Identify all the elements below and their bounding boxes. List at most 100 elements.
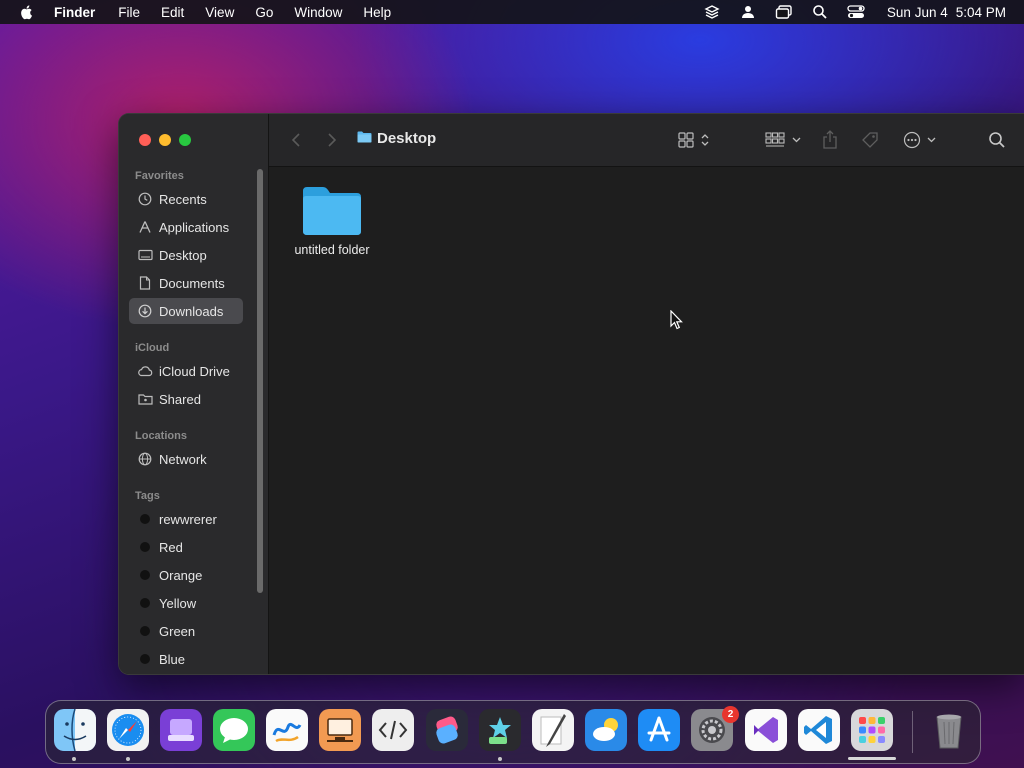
screen-mirroring-icon[interactable] <box>775 3 793 21</box>
toolbar: Desktop <box>269 114 1024 167</box>
sidebar-item-label: Downloads <box>159 303 224 319</box>
clock-time: 5:04 PM <box>955 4 1006 20</box>
dock-app-launchpad[interactable] <box>851 709 893 751</box>
menu-view[interactable]: View <box>205 5 234 20</box>
folder-item[interactable]: untitled folder <box>293 185 371 257</box>
dock-app-app-store[interactable] <box>638 709 680 751</box>
control-center-icon[interactable] <box>847 3 865 21</box>
dock-app-script-editor-2[interactable] <box>532 709 574 751</box>
section-label-tags: Tags <box>135 490 160 502</box>
sidebar-item-icloud-drive[interactable]: iCloud Drive <box>129 358 243 384</box>
back-chevron-icon[interactable] <box>291 130 301 150</box>
shared-folder-icon <box>137 391 153 407</box>
desktop-icon <box>137 247 153 263</box>
sidebar-item-desktop[interactable]: Desktop <box>129 242 243 268</box>
globe-icon <box>137 451 153 467</box>
dock-app-visual-studio[interactable] <box>745 709 787 751</box>
dock-app-finder[interactable] <box>54 709 96 751</box>
notification-badge: 2 <box>722 706 739 723</box>
sidebar-item-label: Red <box>159 539 183 555</box>
sidebar-item-label: Shared <box>159 391 201 407</box>
sidebar-scrollbar[interactable] <box>257 169 263 593</box>
sidebar-item-label: Applications <box>159 219 230 235</box>
forward-chevron-icon[interactable] <box>327 130 337 150</box>
tag-dot-icon <box>140 654 150 664</box>
dock-app-vscode[interactable] <box>798 709 840 751</box>
window-title: Desktop <box>357 130 436 147</box>
tag-icon[interactable] <box>860 130 880 150</box>
dock-app-shortcuts[interactable] <box>426 709 468 751</box>
sidebar-item-label: Blue <box>159 651 186 667</box>
home-indicator <box>848 757 896 760</box>
minimize-button[interactable] <box>159 134 171 146</box>
dock-app-weather[interactable] <box>585 709 627 751</box>
more-actions-icon[interactable] <box>903 130 939 150</box>
sidebar-item-label: Documents <box>159 275 225 291</box>
tag-dot-icon <box>140 598 150 608</box>
sidebar-tag-green[interactable]: Green <box>129 618 243 644</box>
menu-finder[interactable]: Finder <box>54 5 95 20</box>
sidebar-item-network[interactable]: Network <box>129 446 243 472</box>
running-indicator <box>126 757 130 761</box>
tag-dot-icon <box>140 626 150 636</box>
dock-app-messages[interactable] <box>213 709 255 751</box>
sidebar-item-label: iCloud Drive <box>159 363 230 379</box>
spotlight-search-icon[interactable] <box>811 3 829 21</box>
sidebar-item-applications[interactable]: Applications <box>129 214 243 240</box>
mouse-pointer-icon <box>670 309 684 335</box>
dock-app-script-editor[interactable] <box>372 709 414 751</box>
window-title-text: Desktop <box>377 130 437 147</box>
sidebar-tag-red[interactable]: Red <box>129 534 243 560</box>
sidebar-item-documents[interactable]: Documents <box>129 270 243 296</box>
cloud-icon <box>137 363 153 379</box>
dock-app-freeform[interactable] <box>266 709 308 751</box>
share-icon[interactable] <box>822 130 838 150</box>
file-browser-content[interactable]: untitled folder <box>269 167 1024 674</box>
dock: 2 <box>45 700 981 764</box>
sidebar-tag-yellow[interactable]: Yellow <box>129 590 243 616</box>
download-icon <box>137 303 153 319</box>
applications-icon <box>137 219 153 235</box>
menu-edit[interactable]: Edit <box>161 5 184 20</box>
apple-logo-icon[interactable] <box>18 3 36 21</box>
folder-icon <box>357 130 372 147</box>
menu-bar: Finder File Edit View Go Window Help Sun… <box>0 0 1024 24</box>
section-label-favorites: Favorites <box>135 170 184 182</box>
sidebar-item-recents[interactable]: Recents <box>129 186 243 212</box>
folder-icon <box>293 185 371 237</box>
sidebar-item-label: rewwrerer <box>159 511 217 527</box>
sidebar-item-shared[interactable]: Shared <box>129 386 243 412</box>
icon-view-toggle[interactable] <box>678 130 712 150</box>
menu-go[interactable]: Go <box>255 5 273 20</box>
document-icon <box>137 275 153 291</box>
dock-separator <box>912 711 913 753</box>
sidebar-item-label: Orange <box>159 567 203 583</box>
dock-app-configurator[interactable] <box>479 709 521 751</box>
tag-dot-icon <box>140 542 150 552</box>
dock-app-safari[interactable] <box>107 709 149 751</box>
section-label-icloud: iCloud <box>135 342 170 354</box>
menu-file[interactable]: File <box>118 5 140 20</box>
dock-app-keynote[interactable] <box>319 709 361 751</box>
sidebar-item-label: Network <box>159 451 207 467</box>
menu-clock[interactable]: Sun Jun 4 5:04 PM <box>887 5 1006 20</box>
sidebar-item-label: Desktop <box>159 247 207 263</box>
sidebar-tag-rewwrerer[interactable]: rewwrerer <box>129 506 243 532</box>
sidebar-item-label: Green <box>159 623 196 639</box>
menu-window[interactable]: Window <box>294 5 342 20</box>
close-button[interactable] <box>139 134 151 146</box>
tag-dot-icon <box>140 514 150 524</box>
sidebar-tag-blue[interactable]: Blue <box>129 646 243 672</box>
sidebar-item-downloads[interactable]: Downloads <box>129 298 243 324</box>
dock-app-archive[interactable] <box>160 709 202 751</box>
sidebar-tag-orange[interactable]: Orange <box>129 562 243 588</box>
menu-help[interactable]: Help <box>363 5 391 20</box>
section-label-locations: Locations <box>135 430 187 442</box>
zoom-button[interactable] <box>179 134 191 146</box>
tag-dot-icon <box>140 570 150 580</box>
group-by-icon[interactable] <box>765 130 803 150</box>
user-icon[interactable] <box>739 3 757 21</box>
layers-icon[interactable] <box>703 3 721 21</box>
dock-app-trash[interactable] <box>928 709 970 751</box>
search-icon[interactable] <box>988 130 1006 150</box>
